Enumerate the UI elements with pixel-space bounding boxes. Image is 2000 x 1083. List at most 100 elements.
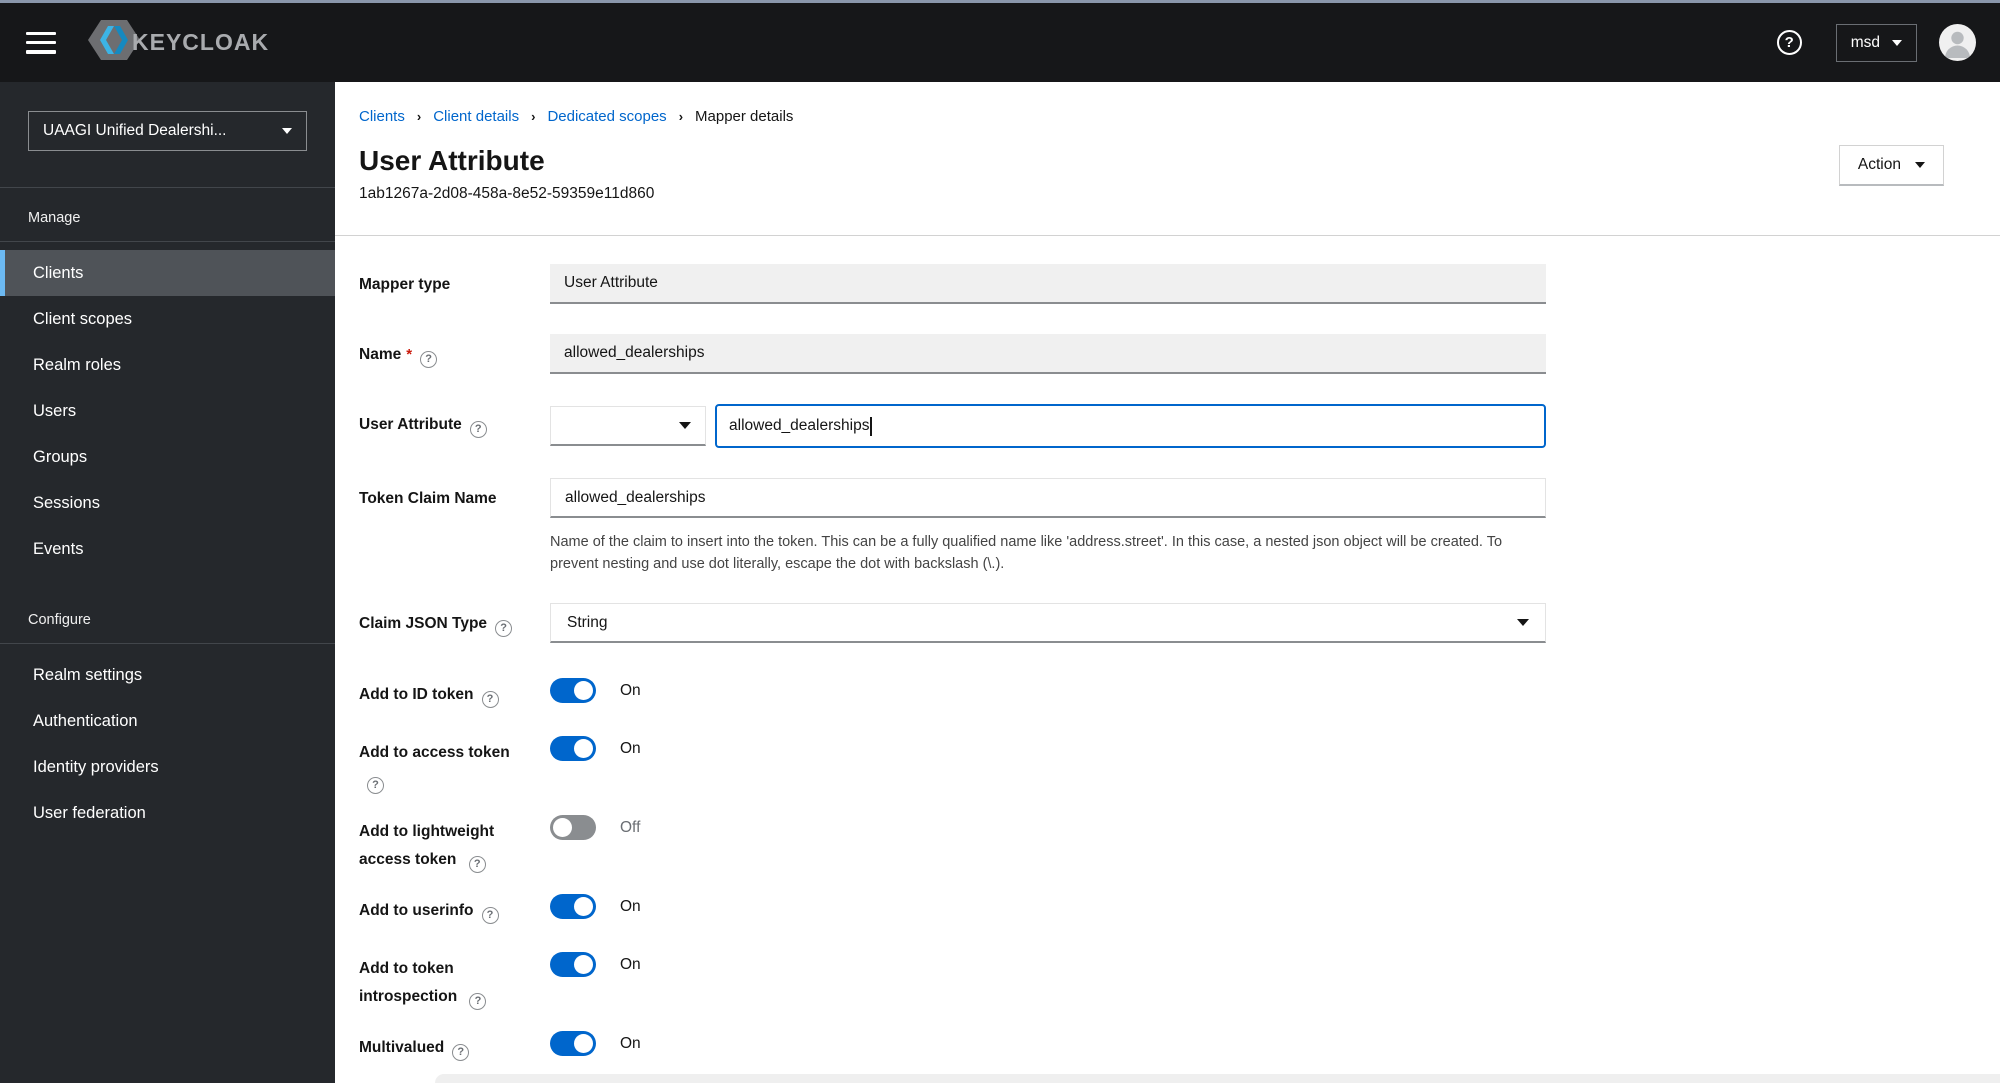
mapper-form: Mapper type Name*? User Attribute? — [359, 236, 1944, 1068]
question-circle-icon[interactable]: ? — [495, 619, 513, 637]
question-circle-icon[interactable]: ? — [367, 776, 384, 794]
sidebar-item-user-federation[interactable]: User federation — [0, 790, 335, 836]
mapper-type-input[interactable] — [550, 264, 1546, 304]
sidebar-item-authentication[interactable]: Authentication — [0, 698, 335, 744]
keycloak-logo: KEYCLOAK — [88, 18, 269, 67]
sidebar-item-events[interactable]: Events — [0, 526, 335, 572]
chevron-down-icon — [679, 422, 691, 429]
nav-section-manage: Manage Clients Client scopes Realm roles… — [0, 188, 335, 572]
add-to-access-token-toggle[interactable] — [550, 736, 596, 761]
name-input[interactable] — [550, 334, 1546, 374]
toggle-state: On — [620, 739, 641, 757]
token-claim-name-input[interactable] — [550, 478, 1546, 518]
bottom-panel-edge — [435, 1074, 2000, 1083]
mapper-type-row: Mapper type — [359, 264, 1944, 304]
nav-section-title: Configure — [0, 572, 335, 644]
sidebar-item-client-scopes[interactable]: Client scopes — [0, 296, 335, 342]
realm-selector-area: UAAGI Unified Dealershi... — [0, 82, 335, 188]
multivalued-row: Multivalued? On — [359, 1028, 1944, 1068]
sidebar-item-users[interactable]: Users — [0, 388, 335, 434]
breadcrumb-separator-icon: › — [678, 109, 684, 124]
user-attribute-row: User Attribute? allowed_dealerships — [359, 404, 1944, 448]
add-to-token-introspection-label: Add to token introspection ? — [359, 949, 550, 1011]
add-to-userinfo-row: Add to userinfo? On — [359, 891, 1944, 931]
user-attribute-label: User Attribute? — [359, 404, 550, 439]
nav-section-title: Manage — [0, 188, 335, 242]
name-row: Name *? — [359, 334, 1944, 374]
chevron-down-icon — [1517, 619, 1529, 626]
text-cursor — [870, 416, 872, 436]
question-circle-icon[interactable]: ? — [469, 992, 487, 1010]
help-icon[interactable]: ? — [1776, 30, 1802, 55]
realm-selector-dropdown[interactable]: UAAGI Unified Dealershi... — [28, 111, 307, 151]
hamburger-menu-icon[interactable] — [26, 31, 56, 54]
masthead: KEYCLOAK ? msd — [0, 3, 2000, 82]
sidebar-item-sessions[interactable]: Sessions — [0, 480, 335, 526]
sidebar: UAAGI Unified Dealershi... Manage Client… — [0, 82, 335, 1083]
breadcrumb-clients[interactable]: Clients — [359, 108, 405, 125]
claim-json-type-label: Claim JSON Type? — [359, 603, 550, 638]
add-to-lightweight-access-token-label: Add to lightweight access token ? — [359, 812, 550, 874]
chevron-down-icon — [1892, 39, 1902, 46]
nav-section-configure: Configure Realm settings Authentication … — [0, 572, 335, 836]
add-to-id-token-row: Add to ID token? On — [359, 675, 1944, 715]
breadcrumb: Clients › Client details › Dedicated sco… — [359, 82, 1944, 125]
question-circle-icon[interactable]: ? — [481, 690, 499, 708]
sidebar-item-realm-settings[interactable]: Realm settings — [0, 652, 335, 698]
sidebar-item-realm-roles[interactable]: Realm roles — [0, 342, 335, 388]
add-to-access-token-row: Add to access token ? On — [359, 733, 1944, 795]
multivalued-toggle[interactable] — [550, 1031, 596, 1056]
claim-json-type-value: String — [567, 613, 608, 631]
toggle-state: Off — [620, 818, 641, 836]
page-title: User Attribute — [359, 145, 545, 176]
token-claim-name-row: Token Claim Name Name of the claim to in… — [359, 478, 1944, 575]
user-attribute-select[interactable] — [550, 406, 706, 446]
breadcrumb-mapper-details: Mapper details — [695, 108, 794, 125]
chevron-down-icon — [1915, 162, 1925, 168]
add-to-lightweight-access-token-row: Add to lightweight access token ? Off — [359, 812, 1944, 874]
user-menu-label: msd — [1850, 33, 1880, 51]
question-circle-icon[interactable]: ? — [452, 1043, 470, 1061]
add-to-id-token-toggle[interactable] — [550, 678, 596, 703]
token-claim-name-helper-text: Name of the claim to insert into the tok… — [550, 534, 1503, 572]
realm-selector-label: UAAGI Unified Dealershi... — [43, 122, 227, 139]
breadcrumb-separator-icon: › — [416, 109, 422, 124]
required-indicator: * — [406, 346, 413, 363]
add-to-access-token-label: Add to access token ? — [359, 733, 550, 795]
user-attribute-input[interactable]: allowed_dealerships — [715, 404, 1546, 448]
question-circle-icon[interactable]: ? — [420, 350, 438, 368]
breadcrumb-dedicated-scopes[interactable]: Dedicated scopes — [547, 108, 666, 125]
action-button-label: Action — [1857, 156, 1901, 173]
add-to-id-token-label: Add to ID token? — [359, 675, 550, 709]
toggle-state: On — [620, 681, 641, 699]
avatar[interactable] — [1939, 24, 1976, 61]
sidebar-item-identity-providers[interactable]: Identity providers — [0, 744, 335, 790]
question-circle-icon[interactable]: ? — [481, 906, 499, 924]
sidebar-item-groups[interactable]: Groups — [0, 434, 335, 480]
multivalued-label: Multivalued? — [359, 1028, 550, 1062]
main-content: Clients › Client details › Dedicated sco… — [335, 82, 2000, 1083]
question-circle-icon[interactable]: ? — [468, 855, 486, 873]
claim-json-type-select[interactable]: String — [550, 603, 1546, 643]
toggle-state: On — [620, 897, 641, 915]
add-to-userinfo-label: Add to userinfo? — [359, 891, 550, 925]
toggle-state: On — [620, 1034, 641, 1052]
sidebar-item-clients[interactable]: Clients — [0, 250, 335, 296]
question-circle-icon[interactable]: ? — [469, 420, 487, 438]
add-to-userinfo-toggle[interactable] — [550, 894, 596, 919]
token-claim-name-label: Token Claim Name — [359, 490, 497, 507]
mapper-id: 1ab1267a-2d08-458a-8e52-59359e11d860 — [359, 185, 655, 202]
name-label: Name *? — [359, 334, 550, 369]
action-button[interactable]: Action — [1838, 145, 1944, 186]
mapper-type-label: Mapper type — [359, 276, 451, 293]
chevron-down-icon — [282, 128, 292, 134]
user-menu-dropdown[interactable]: msd — [1835, 23, 1917, 62]
add-to-token-introspection-toggle[interactable] — [550, 952, 596, 977]
claim-json-type-row: Claim JSON Type? String — [359, 603, 1944, 643]
add-to-lightweight-access-token-toggle[interactable] — [550, 815, 596, 840]
brand-text: KEYCLOAK — [132, 29, 270, 55]
add-to-token-introspection-row: Add to token introspection ? On — [359, 949, 1944, 1011]
toggle-state: On — [620, 955, 641, 973]
breadcrumb-separator-icon: › — [531, 109, 536, 124]
breadcrumb-client-details[interactable]: Client details — [433, 108, 519, 125]
